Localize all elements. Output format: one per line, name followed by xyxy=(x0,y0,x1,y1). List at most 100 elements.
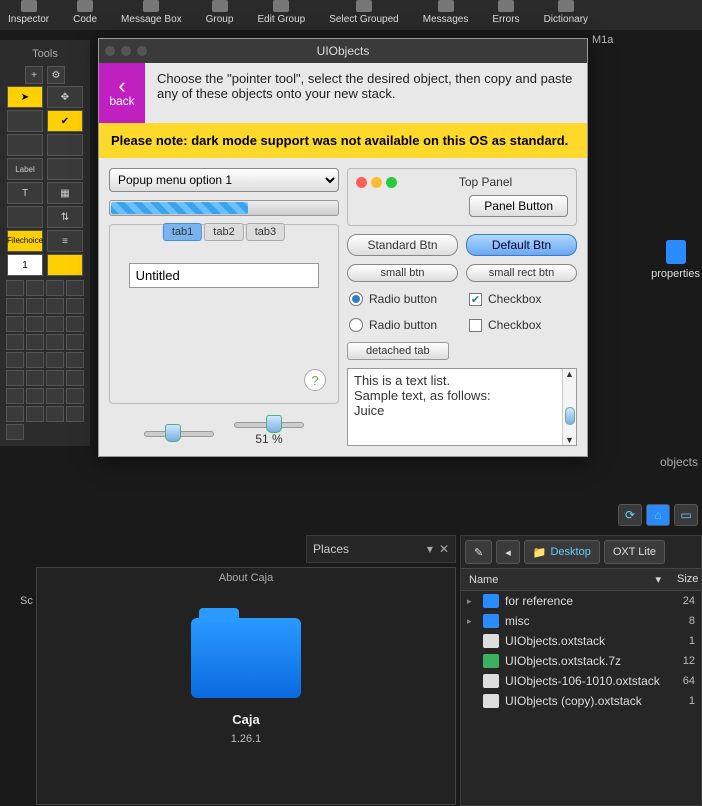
radio-2[interactable]: Radio button xyxy=(349,318,455,332)
fm-col-size[interactable]: Size xyxy=(669,569,701,590)
fm-row-folder[interactable]: ▸for reference24 xyxy=(461,591,701,611)
expand-icon[interactable]: ▸ xyxy=(467,616,477,627)
slider-1[interactable] xyxy=(144,431,214,437)
edit-pointer-tool[interactable]: ✥ xyxy=(47,86,83,108)
toolbar-dictionary[interactable]: Dictionary xyxy=(544,0,588,25)
paint-tool-5[interactable] xyxy=(6,388,24,404)
fm-back-icon[interactable]: ◂ xyxy=(496,540,520,564)
scroll-up-icon[interactable]: ▲ xyxy=(565,369,574,379)
back-button[interactable]: ‹back xyxy=(99,63,145,123)
shape-tool-1[interactable] xyxy=(6,280,24,296)
paint-tool-1[interactable] xyxy=(6,370,24,386)
field-tool[interactable] xyxy=(7,134,43,156)
toolbar-edit-group[interactable]: Edit Group xyxy=(257,0,305,25)
window-titlebar[interactable]: UIObjects xyxy=(99,39,587,63)
fm-row-file[interactable]: UIObjects.oxtstack.7z12 xyxy=(461,651,701,671)
text-list[interactable]: This is a text list. Sample text, as fol… xyxy=(347,368,577,446)
paint-tool-7[interactable] xyxy=(46,388,64,404)
misc-tool-5[interactable] xyxy=(6,424,24,440)
shape-tool-4[interactable] xyxy=(66,280,84,296)
scroll-down-icon[interactable]: ▼ xyxy=(565,435,574,445)
shape-tool-7[interactable] xyxy=(46,298,64,314)
traffic-min-icon[interactable] xyxy=(121,46,131,56)
shape-tool-6[interactable] xyxy=(26,298,44,314)
small-rect-button[interactable]: small rect btn xyxy=(466,264,577,282)
round-tool[interactable] xyxy=(47,134,83,156)
fm-desktop-button[interactable]: 📁Desktop xyxy=(524,540,600,564)
paint-tool-6[interactable] xyxy=(26,388,44,404)
panel-button[interactable]: Panel Button xyxy=(469,195,568,217)
draw-tool-1[interactable] xyxy=(6,334,24,350)
menu-tool[interactable]: ≡ xyxy=(47,230,83,252)
draw-tool-7[interactable] xyxy=(46,352,64,368)
rect-tool[interactable] xyxy=(7,110,43,132)
scrollbar[interactable]: ▲▼ xyxy=(562,369,576,445)
untitled-field[interactable] xyxy=(129,263,320,288)
traffic-max-icon[interactable] xyxy=(137,46,147,56)
shape-tool-10[interactable] xyxy=(26,316,44,332)
panel-max-icon[interactable] xyxy=(386,177,397,188)
view-icon[interactable]: ▭ xyxy=(674,504,698,526)
slider-thumb-icon[interactable] xyxy=(266,415,282,433)
draw-tool-4[interactable] xyxy=(66,334,84,350)
shape-tool-5[interactable] xyxy=(6,298,24,314)
paint-tool-4[interactable] xyxy=(66,370,84,386)
pointer-tool[interactable]: ➤ xyxy=(7,86,43,108)
numeric-field[interactable]: 1 xyxy=(7,254,43,276)
fm-row-file[interactable]: UIObjects (copy).oxtstack1 xyxy=(461,691,701,711)
places-close-icon[interactable]: ✕ xyxy=(439,542,449,556)
misc-tool-1[interactable] xyxy=(6,406,24,422)
shape-tool-12[interactable] xyxy=(66,316,84,332)
misc-tool-2[interactable] xyxy=(26,406,44,422)
tab3[interactable]: tab3 xyxy=(246,223,285,241)
toolbar-message-box[interactable]: Message Box xyxy=(121,0,182,25)
shape-tool-3[interactable] xyxy=(46,280,64,296)
draw-tool-6[interactable] xyxy=(26,352,44,368)
scroll-thumb[interactable] xyxy=(565,407,575,425)
draw-tool-8[interactable] xyxy=(66,352,84,368)
fm-col-name[interactable]: Name▾ xyxy=(461,569,669,590)
misc-tool-3[interactable] xyxy=(46,406,64,422)
toolbar-inspector[interactable]: Inspector xyxy=(8,0,49,25)
help-icon[interactable]: ? xyxy=(304,369,326,391)
fm-row-folder[interactable]: ▸misc8 xyxy=(461,611,701,631)
fm-oxt-button[interactable]: OXT Lite xyxy=(604,540,665,564)
home-icon[interactable]: ⌂ xyxy=(646,504,670,526)
paint-tool-2[interactable] xyxy=(26,370,44,386)
tab1[interactable]: tab1 xyxy=(163,223,202,241)
shape-tool-11[interactable] xyxy=(46,316,64,332)
popup-menu[interactable]: Popup menu option 1 xyxy=(109,168,339,192)
desktop-properties-icon[interactable]: properties xyxy=(651,240,700,280)
toolbar-code[interactable]: Code xyxy=(73,0,97,25)
draw-tool-3[interactable] xyxy=(46,334,64,350)
paint-tool-3[interactable] xyxy=(46,370,64,386)
standard-button[interactable]: Standard Btn xyxy=(347,234,458,256)
panel-min-icon[interactable] xyxy=(371,177,382,188)
palette-gear-icon[interactable]: ⚙ xyxy=(47,66,65,84)
grid-tool[interactable]: ▦ xyxy=(47,182,83,204)
toolbar-messages[interactable]: Messages xyxy=(423,0,469,25)
text-tool[interactable]: T xyxy=(7,182,43,204)
checkbox-2[interactable]: Checkbox xyxy=(469,318,575,332)
shape-tool-8[interactable] xyxy=(66,298,84,314)
shape-tool-9[interactable] xyxy=(6,316,24,332)
paint-tool-8[interactable] xyxy=(66,388,84,404)
label-tool[interactable]: Label xyxy=(7,158,43,180)
fm-edit-icon[interactable]: ✎ xyxy=(465,540,492,564)
file-choice-tool[interactable]: Filechoice xyxy=(7,230,43,252)
places-dropdown-icon[interactable]: ▾ xyxy=(427,542,433,556)
misc-tool-4[interactable] xyxy=(66,406,84,422)
tab2[interactable]: tab2 xyxy=(204,223,243,241)
panel-close-icon[interactable] xyxy=(356,177,367,188)
expand-icon[interactable]: ▸ xyxy=(467,596,477,607)
shape-tool-2[interactable] xyxy=(26,280,44,296)
slider-thumb-icon[interactable] xyxy=(165,424,181,442)
draw-tool-2[interactable] xyxy=(26,334,44,350)
reload-icon[interactable]: ⟳ xyxy=(618,504,642,526)
box-tool[interactable] xyxy=(47,158,83,180)
slider-2[interactable] xyxy=(234,422,304,428)
detached-tab-button[interactable]: detached tab xyxy=(347,342,449,360)
toolbar-errors[interactable]: Errors xyxy=(492,0,519,25)
check-tool[interactable]: ✔ xyxy=(47,110,83,132)
tab-tool[interactable] xyxy=(7,206,43,228)
